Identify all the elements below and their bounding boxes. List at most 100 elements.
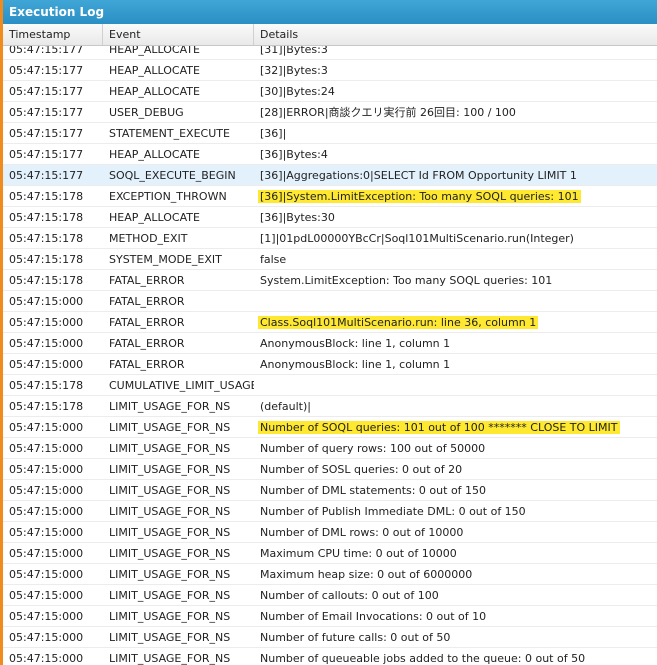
table-row[interactable]: 05:47:15:000 LIMIT_USAGE_FOR_NS Maximum CP…	[3, 543, 657, 564]
table-row[interactable]: 05:47:15:000 LIMIT_USAGE_FOR_NS Number of …	[3, 648, 657, 665]
table-row[interactable]: 05:47:15:000 FATAL_ERROR AnonymousBlock: l…	[3, 333, 657, 354]
details-text: [36]|	[260, 127, 287, 140]
details-text: Number of queueable jobs added to the qu…	[260, 652, 586, 665]
timestamp-cell: 05:47:15:000	[9, 526, 84, 539]
details-cell: Number of query rows: 100 out of 50000	[254, 438, 657, 458]
table-row[interactable]: 05:47:15:178 FATAL_ERROR System.LimitExcep…	[3, 270, 657, 291]
details-text: AnonymousBlock: line 1, column 1	[260, 358, 451, 371]
details-cell: Number of future calls: 0 out of 50	[254, 627, 657, 647]
timestamp-cell: 05:47:15:178	[9, 232, 84, 245]
details-text: [31]|Bytes:3	[260, 46, 328, 56]
details-text: Number of Email Invocations: 0 out of 10	[260, 610, 487, 623]
details-text: [32]|Bytes:3	[260, 64, 328, 77]
details-text: Number of DML rows: 0 out of 10000	[260, 526, 464, 539]
timestamp-cell: 05:47:15:000	[9, 421, 84, 434]
details-cell: Maximum heap size: 0 out of 6000000	[254, 564, 657, 584]
table-row[interactable]: 05:47:15:177 SOQL_EXECUTE_BEGIN [36]|Aggre…	[3, 165, 657, 186]
details-cell: [36]|Aggregations:0|SELECT Id FROM Oppor…	[254, 165, 657, 185]
event-cell: LIMIT_USAGE_FOR_NS	[109, 463, 231, 476]
table-row[interactable]: 05:47:15:178 HEAP_ALLOCATE [36]|Bytes:30	[3, 207, 657, 228]
event-cell: LIMIT_USAGE_FOR_NS	[109, 505, 231, 518]
event-cell: LIMIT_USAGE_FOR_NS	[109, 421, 231, 434]
table-row[interactable]: 05:47:15:178 SYSTEM_MODE_EXIT false	[3, 249, 657, 270]
event-cell: LIMIT_USAGE_FOR_NS	[109, 568, 231, 581]
timestamp-cell: 05:47:15:000	[9, 337, 84, 350]
timestamp-cell: 05:47:15:177	[9, 148, 84, 161]
details-text: [36]|Aggregations:0|SELECT Id FROM Oppor…	[260, 169, 577, 182]
event-cell: EXCEPTION_THROWN	[109, 190, 227, 203]
details-text: [30]|Bytes:24	[260, 85, 335, 98]
panel-title: Execution Log	[3, 0, 657, 24]
event-cell: SOQL_EXECUTE_BEGIN	[109, 169, 236, 182]
table-row[interactable]: 05:47:15:000 LIMIT_USAGE_FOR_NS Number of …	[3, 501, 657, 522]
table-row[interactable]: 05:47:15:000 LIMIT_USAGE_FOR_NS Number of …	[3, 438, 657, 459]
table-row[interactable]: 05:47:15:177 STATEMENT_EXECUTE [36]|	[3, 123, 657, 144]
table-row[interactable]: 05:47:15:000 LIMIT_USAGE_FOR_NS Number of …	[3, 417, 657, 438]
details-cell: AnonymousBlock: line 1, column 1	[254, 354, 657, 374]
table-row[interactable]: 05:47:15:178 CUMULATIVE_LIMIT_USAGE	[3, 375, 657, 396]
timestamp-cell: 05:47:15:000	[9, 568, 84, 581]
details-cell: System.LimitException: Too many SOQL que…	[254, 270, 657, 290]
details-text: Number of future calls: 0 out of 50	[260, 631, 451, 644]
details-cell: [30]|Bytes:24	[254, 81, 657, 101]
details-cell: [36]|Bytes:4	[254, 144, 657, 164]
timestamp-cell: 05:47:15:177	[9, 106, 84, 119]
event-cell: FATAL_ERROR	[109, 316, 185, 329]
details-cell: [28]|ERROR|商談クエリ実行前 26回目: 100 / 100	[254, 102, 657, 122]
table-row[interactable]: 05:47:15:177 HEAP_ALLOCATE [32]|Bytes:3	[3, 60, 657, 81]
table-row[interactable]: 05:47:15:000 LIMIT_USAGE_FOR_NS Number of …	[3, 480, 657, 501]
details-cell: [31]|Bytes:3	[254, 46, 657, 59]
table-row[interactable]: 05:47:15:178 METHOD_EXIT [1]|01pdL00000YBc…	[3, 228, 657, 249]
details-text: Number of callouts: 0 out of 100	[260, 589, 439, 602]
details-text: Number of DML statements: 0 out of 150	[260, 484, 487, 497]
table-row[interactable]: 05:47:15:000 LIMIT_USAGE_FOR_NS Number of …	[3, 522, 657, 543]
highlighted-details-text: Class.Soql101MultiScenario.run: line 36,…	[258, 316, 539, 329]
log-table-body[interactable]: 05:47:15:177 HEAP_ALLOCATE [31]|Bytes:3 05:…	[3, 46, 657, 665]
column-header-event[interactable]: Event	[103, 24, 254, 45]
event-cell: FATAL_ERROR	[109, 274, 185, 287]
timestamp-cell: 05:47:15:000	[9, 358, 84, 371]
details-cell: Number of DML rows: 0 out of 10000	[254, 522, 657, 542]
table-row[interactable]: 05:47:15:177 USER_DEBUG [28]|ERROR|商談クエリ実行…	[3, 102, 657, 123]
details-text: [36]|Bytes:4	[260, 148, 328, 161]
details-text: Number of query rows: 100 out of 50000	[260, 442, 486, 455]
timestamp-cell: 05:47:15:178	[9, 190, 84, 203]
event-cell: LIMIT_USAGE_FOR_NS	[109, 442, 231, 455]
event-cell: CUMULATIVE_LIMIT_USAGE	[109, 379, 254, 392]
timestamp-cell: 05:47:15:178	[9, 379, 84, 392]
column-header-timestamp[interactable]: Timestamp	[3, 24, 103, 45]
timestamp-cell: 05:47:15:000	[9, 610, 84, 623]
table-header: Timestamp Event Details	[3, 24, 657, 46]
event-cell: HEAP_ALLOCATE	[109, 211, 200, 224]
event-cell: METHOD_EXIT	[109, 232, 188, 245]
details-cell: Number of DML statements: 0 out of 150	[254, 480, 657, 500]
table-row[interactable]: 05:47:15:000 FATAL_ERROR Class.Soql101Mult…	[3, 312, 657, 333]
table-row[interactable]: 05:47:15:178 LIMIT_USAGE_FOR_NS (default)|	[3, 396, 657, 417]
event-cell: LIMIT_USAGE_FOR_NS	[109, 610, 231, 623]
table-row[interactable]: 05:47:15:177 HEAP_ALLOCATE [36]|Bytes:4	[3, 144, 657, 165]
table-row[interactable]: 05:47:15:000 LIMIT_USAGE_FOR_NS Number of …	[3, 606, 657, 627]
table-row[interactable]: 05:47:15:000 LIMIT_USAGE_FOR_NS Number of …	[3, 585, 657, 606]
timestamp-cell: 05:47:15:000	[9, 547, 84, 560]
event-cell: SYSTEM_MODE_EXIT	[109, 253, 222, 266]
timestamp-cell: 05:47:15:000	[9, 316, 84, 329]
details-text: false	[260, 253, 287, 266]
table-row[interactable]: 05:47:15:177 HEAP_ALLOCATE [30]|Bytes:24	[3, 81, 657, 102]
details-cell: false	[254, 249, 657, 269]
event-cell: HEAP_ALLOCATE	[109, 85, 200, 98]
table-row[interactable]: 05:47:15:178 EXCEPTION_THROWN [36]|System.…	[3, 186, 657, 207]
highlighted-details-text: [36]|System.LimitException: Too many SOQ…	[258, 190, 581, 203]
table-row[interactable]: 05:47:15:000 FATAL_ERROR	[3, 291, 657, 312]
table-row[interactable]: 05:47:15:000 FATAL_ERROR AnonymousBlock: l…	[3, 354, 657, 375]
timestamp-cell: 05:47:15:178	[9, 274, 84, 287]
event-cell: LIMIT_USAGE_FOR_NS	[109, 526, 231, 539]
table-row[interactable]: 05:47:15:000 LIMIT_USAGE_FOR_NS Maximum he…	[3, 564, 657, 585]
table-row[interactable]: 05:47:15:000 LIMIT_USAGE_FOR_NS Number of …	[3, 627, 657, 648]
table-row[interactable]: 05:47:15:177 HEAP_ALLOCATE [31]|Bytes:3	[3, 46, 657, 60]
event-cell: LIMIT_USAGE_FOR_NS	[109, 484, 231, 497]
column-header-details[interactable]: Details	[254, 24, 657, 45]
event-cell: HEAP_ALLOCATE	[109, 64, 200, 77]
table-row[interactable]: 05:47:15:000 LIMIT_USAGE_FOR_NS Number of …	[3, 459, 657, 480]
details-cell: [1]|01pdL00000YBcCr|Soql101MultiScenario…	[254, 228, 657, 248]
details-text: [36]|Bytes:30	[260, 211, 335, 224]
